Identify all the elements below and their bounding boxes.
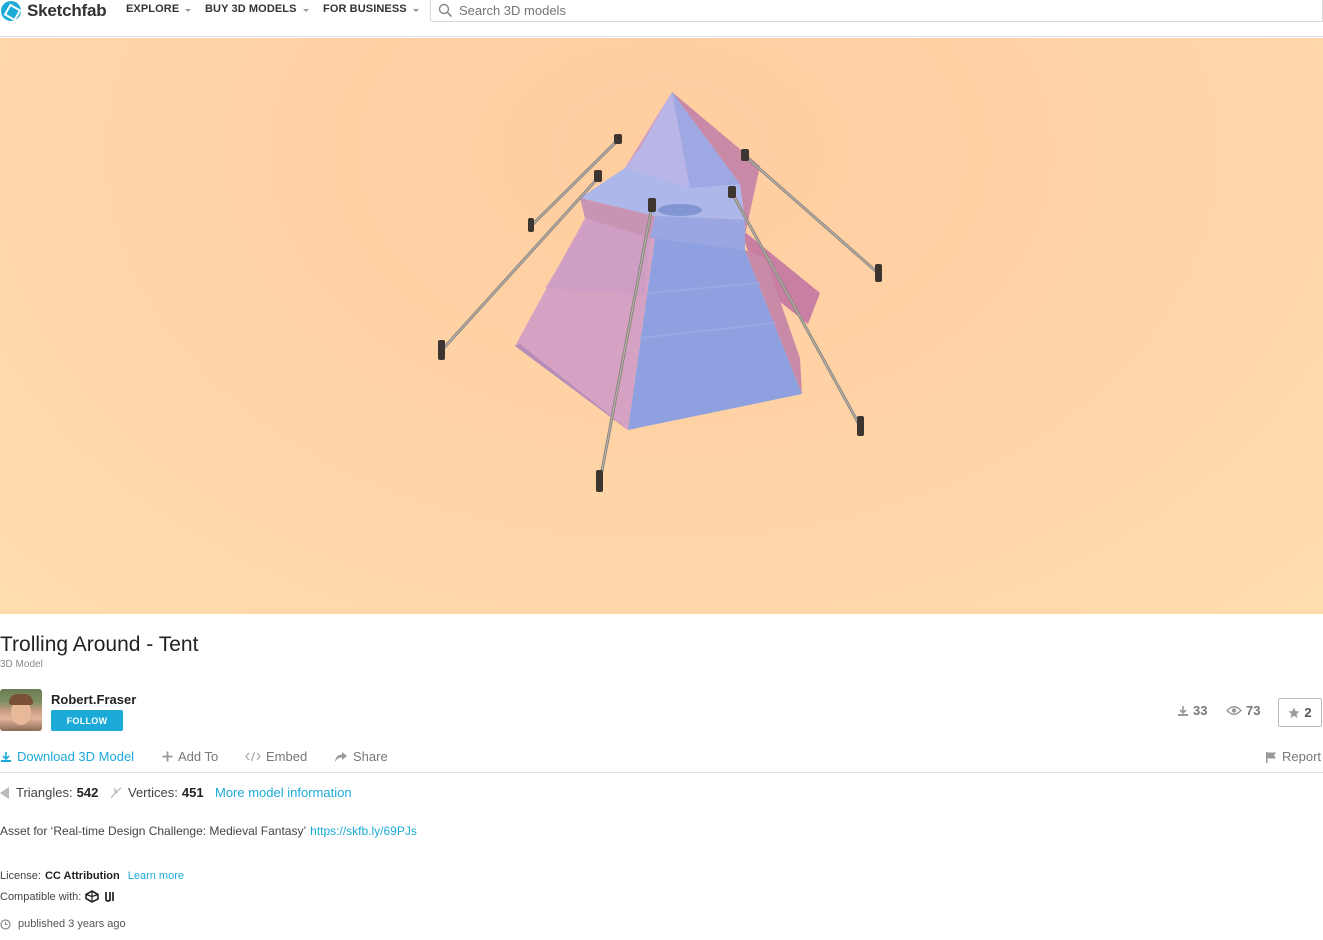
- plus-icon: [162, 751, 173, 762]
- triangle-count: Triangles: 542: [0, 785, 98, 800]
- learn-more-link[interactable]: Learn more: [128, 870, 184, 882]
- download-model-button[interactable]: Download 3D Model: [0, 749, 134, 764]
- vertices-value: 451: [181, 785, 204, 800]
- avatar-hair: [9, 694, 33, 705]
- search-icon: [438, 3, 453, 18]
- clock-icon: [0, 918, 11, 930]
- sketchfab-logo[interactable]: Sketchfab: [0, 0, 107, 22]
- nav-business-label: FOR BUSINESS: [323, 3, 407, 15]
- share-button[interactable]: Share: [334, 749, 388, 764]
- more-model-info-link[interactable]: More model information: [215, 785, 352, 800]
- model-viewer[interactable]: [0, 38, 1323, 614]
- download-label: Download 3D Model: [17, 749, 135, 764]
- model-title: Trolling Around - Tent: [0, 633, 199, 656]
- flag-icon: [1266, 751, 1276, 763]
- action-bar: Download 3D Model Add To Embed Share Rep…: [0, 746, 1323, 773]
- unreal-icon: [105, 892, 115, 902]
- chevron-down-icon: [185, 9, 192, 12]
- chevron-down-icon: [412, 9, 419, 12]
- star-icon: [1288, 707, 1300, 718]
- published-date: published 3 years ago: [0, 918, 126, 930]
- top-navigation: Sketchfab EXPLORE BUY 3D MODELS FOR BUSI…: [0, 0, 1323, 37]
- like-count: 2: [1304, 705, 1312, 720]
- compatible-label: Compatible with:: [0, 890, 82, 903]
- nav-buy-label: BUY 3D MODELS: [205, 3, 297, 15]
- like-button[interactable]: 2: [1278, 698, 1322, 727]
- triangles-label: Triangles:: [16, 785, 73, 800]
- author-name[interactable]: Robert.Fraser: [51, 692, 136, 707]
- avatar[interactable]: [0, 689, 42, 731]
- share-icon: [335, 751, 347, 762]
- license-value[interactable]: CC Attribution: [45, 870, 120, 882]
- license-info: License: CC Attribution Learn more: [0, 870, 184, 882]
- triangles-value: 542: [76, 785, 99, 800]
- report-button[interactable]: Report: [1265, 749, 1321, 764]
- vertex-count: Vertices: 451: [110, 785, 204, 800]
- view-count-value: 73: [1246, 703, 1261, 718]
- model-type: 3D Model: [0, 659, 43, 670]
- published-text: published 3 years ago: [18, 918, 126, 930]
- nav-for-business[interactable]: FOR BUSINESS: [323, 3, 419, 15]
- triangle-icon: [0, 786, 9, 799]
- nav-buy-3d-models[interactable]: BUY 3D MODELS: [205, 3, 309, 15]
- vertices-label: Vertices:: [128, 785, 178, 800]
- view-count: 73: [1226, 703, 1260, 718]
- description-link[interactable]: https://skfb.ly/69PJs: [310, 824, 417, 838]
- embed-label: Embed: [266, 749, 308, 764]
- report-label: Report: [1282, 749, 1322, 764]
- share-label: Share: [353, 749, 388, 764]
- description-text: Asset for ‘Real-time Design Challenge: M…: [0, 824, 307, 838]
- sketchfab-logo-icon: [1, 1, 21, 21]
- nav-explore[interactable]: EXPLORE: [126, 3, 192, 15]
- add-to-label: Add To: [178, 749, 219, 764]
- download-count: 33: [1177, 703, 1207, 718]
- chevron-down-icon: [302, 9, 309, 12]
- vertex-icon: [110, 786, 122, 798]
- search-input[interactable]: [459, 3, 1259, 18]
- code-icon: [245, 751, 261, 762]
- download-count-value: 33: [1193, 703, 1208, 718]
- download-icon: [1178, 705, 1188, 716]
- model-description: Asset for ‘Real-time Design Challenge: M…: [0, 824, 417, 838]
- compatible-with: Compatible with:: [0, 890, 116, 903]
- license-label: License:: [0, 870, 41, 882]
- embed-button[interactable]: Embed: [245, 749, 307, 764]
- eye-icon: [1226, 706, 1242, 715]
- download-icon: [1, 751, 11, 762]
- logo-text: Sketchfab: [27, 1, 107, 20]
- tent-3d-model[interactable]: [0, 38, 1323, 614]
- follow-button[interactable]: FOLLOW: [51, 710, 123, 731]
- search-bar: [430, 0, 1323, 22]
- add-to-button[interactable]: Add To: [162, 749, 218, 764]
- nav-explore-label: EXPLORE: [126, 3, 180, 15]
- unity-icon: [85, 890, 100, 903]
